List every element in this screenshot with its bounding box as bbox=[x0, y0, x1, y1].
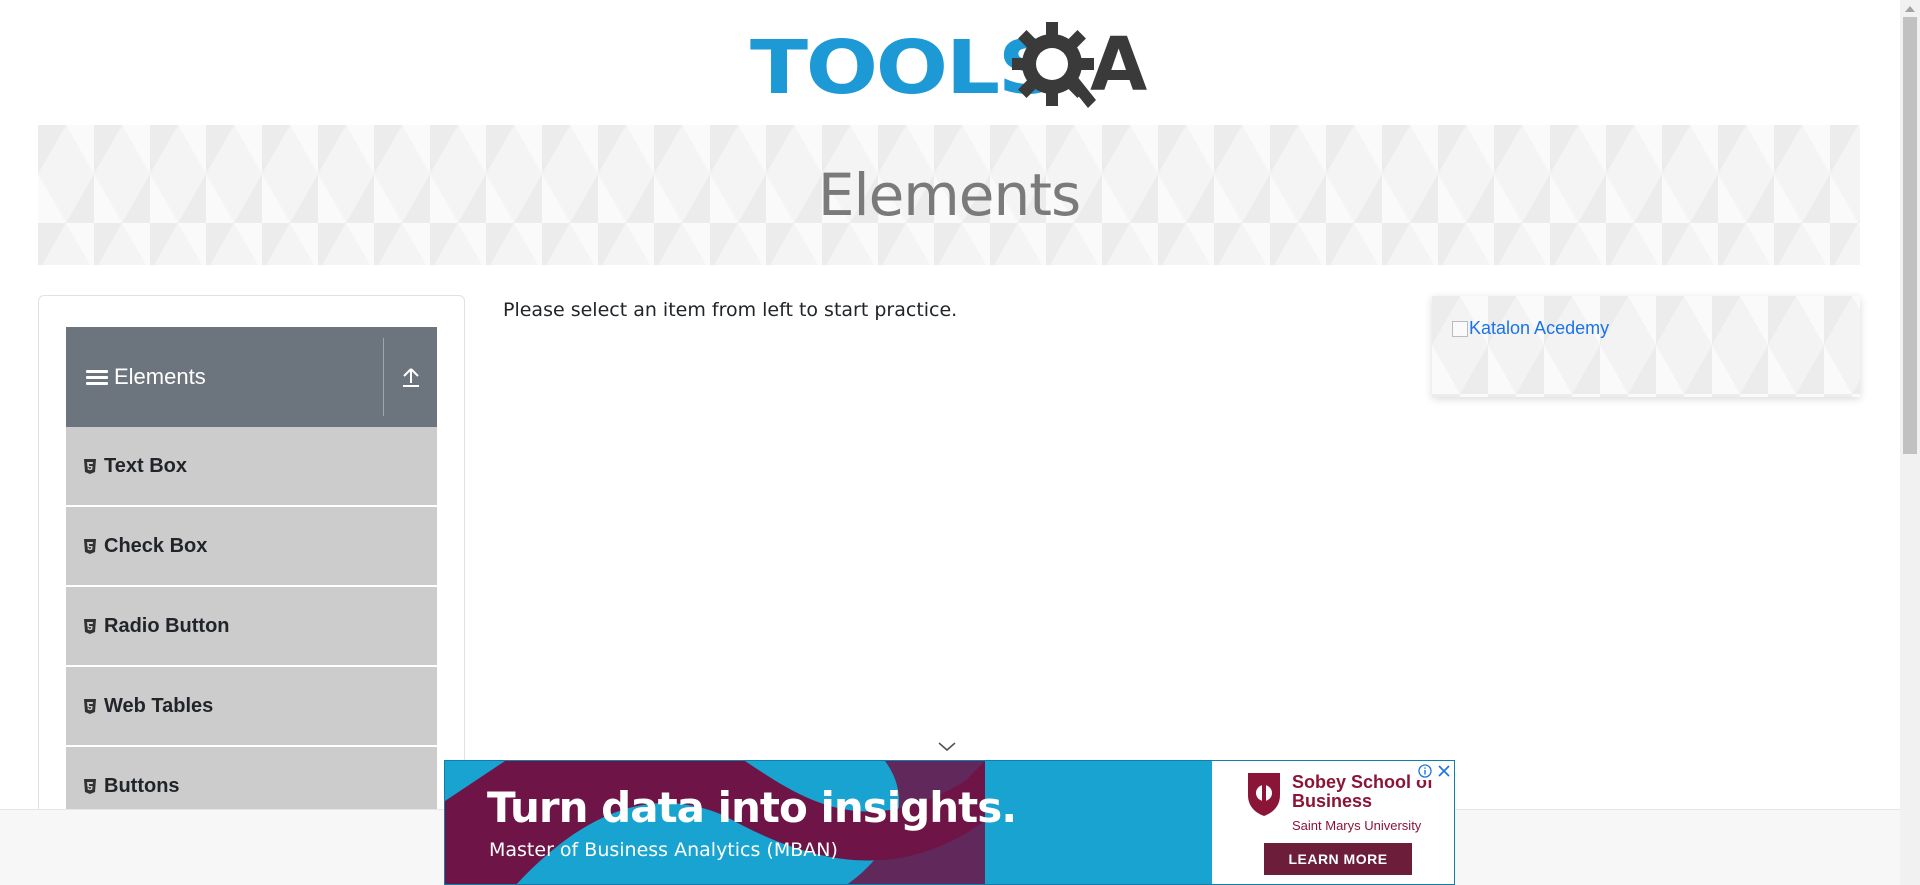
sidebar-item-text-box[interactable]: Text Box bbox=[66, 427, 437, 506]
katalon-academy-link[interactable]: Katalon Acedemy bbox=[1452, 318, 1609, 339]
html5-icon bbox=[84, 618, 96, 634]
toolsqa-logo[interactable]: TOOLS A bbox=[750, 20, 1152, 116]
sidebar-group-header-elements[interactable]: Elements bbox=[66, 327, 437, 427]
page-title: Elements bbox=[817, 161, 1081, 229]
ad-subline: Master of Business Analytics (MBAN) bbox=[489, 839, 838, 861]
sidebar-item-web-tables[interactable]: Web Tables bbox=[66, 667, 437, 746]
sticky-banner-ad[interactable]: Turn data into insights. Master of Busin… bbox=[444, 760, 1455, 885]
broken-image-icon bbox=[1452, 320, 1468, 337]
sidebar-group-title: Elements bbox=[66, 364, 383, 390]
scroll-up-arrow-icon[interactable] bbox=[1905, 6, 1915, 12]
html5-icon bbox=[84, 458, 96, 474]
ad-controls bbox=[1416, 762, 1453, 780]
upload-arrow-icon[interactable] bbox=[384, 366, 437, 388]
sidebar-item-label: Buttons bbox=[104, 774, 180, 797]
practice-prompt: Please select an item from left to start… bbox=[503, 299, 958, 321]
vertical-scrollbar[interactable] bbox=[1900, 0, 1920, 885]
sidebar-item-check-box[interactable]: Check Box bbox=[66, 507, 437, 586]
sidebar-item-label: Check Box bbox=[104, 534, 208, 557]
sobey-shield-logo bbox=[1248, 773, 1280, 816]
sidebar-item-label: Web Tables bbox=[104, 694, 214, 717]
ad-headline: Turn data into insights. bbox=[487, 783, 1017, 832]
close-icon[interactable] bbox=[1435, 762, 1453, 780]
scrollbar-thumb[interactable] bbox=[1903, 17, 1917, 454]
sidebar-group-label: Elements bbox=[114, 364, 206, 389]
info-icon[interactable] bbox=[1416, 762, 1434, 780]
chevron-down-icon[interactable] bbox=[937, 741, 957, 753]
katalon-ad-card: Katalon Acedemy bbox=[1432, 296, 1860, 397]
sidebar-item-label: Text Box bbox=[104, 454, 187, 477]
html5-icon bbox=[84, 778, 96, 794]
logo-a-text: A bbox=[1090, 22, 1148, 108]
sidebar: Elements Text Box Check Box Radio Button… bbox=[38, 295, 465, 885]
sidebar-item-radio-button[interactable]: Radio Button bbox=[66, 587, 437, 666]
katalon-link-text: Katalon Acedemy bbox=[1469, 318, 1610, 338]
html5-icon bbox=[84, 538, 96, 554]
logo-tools-text: TOOLS bbox=[750, 25, 1059, 111]
hamburger-icon bbox=[86, 368, 108, 386]
sidebar-item-label: Radio Button bbox=[104, 614, 230, 637]
html5-icon bbox=[84, 698, 96, 714]
ad-brand-university: Saint Marys University bbox=[1292, 818, 1422, 833]
ad-learn-more-button[interactable]: LEARN MORE bbox=[1264, 843, 1412, 875]
page-banner: Elements bbox=[38, 125, 1860, 265]
